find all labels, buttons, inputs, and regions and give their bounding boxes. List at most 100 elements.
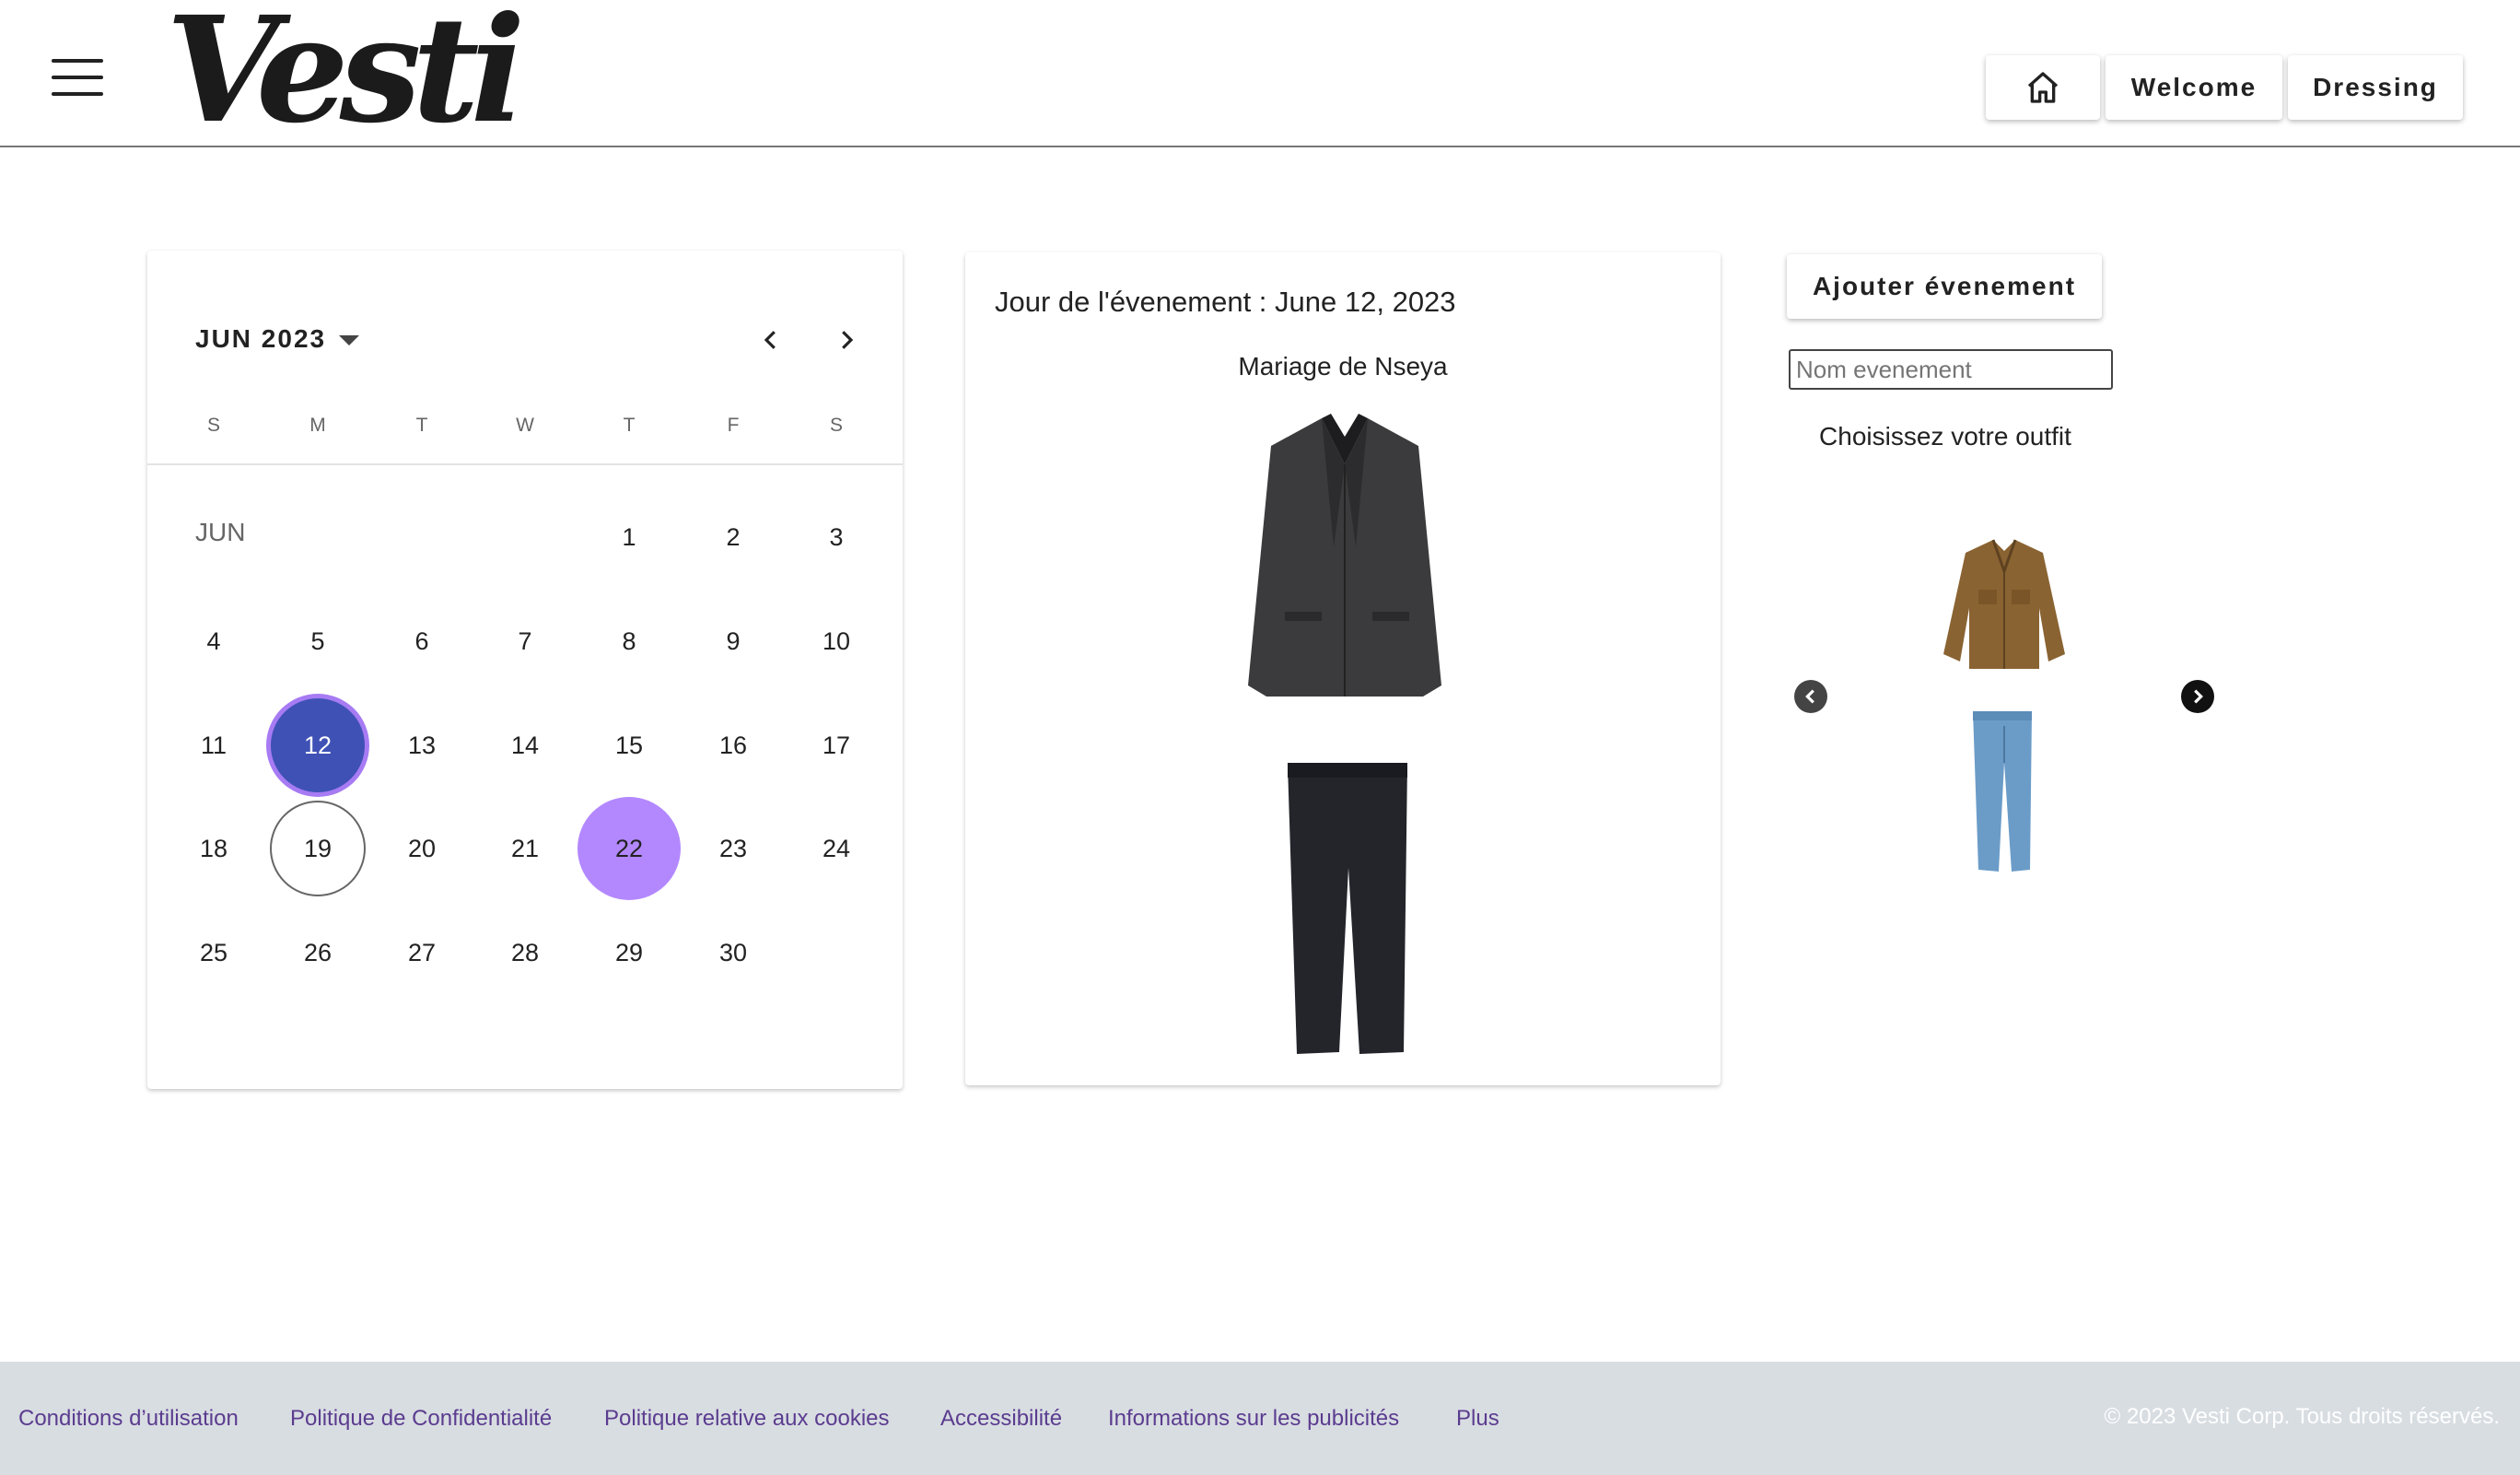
add-event-button[interactable]: Ajouter évenement xyxy=(1787,254,2102,319)
calendar-day-number: 20 xyxy=(407,834,437,862)
calendar-day[interactable]: 15 xyxy=(578,694,681,797)
footer: Conditions d’utilisation Politique de Co… xyxy=(0,1362,2520,1475)
weekday-label: T xyxy=(415,415,428,436)
calendar-day-number: 7 xyxy=(518,626,532,655)
calendar-day-number: 4 xyxy=(206,626,221,655)
weekday-label: S xyxy=(829,415,843,436)
welcome-button[interactable]: Welcome xyxy=(2106,55,2282,120)
calendar-day[interactable]: 5 xyxy=(266,590,369,693)
month-label: JUN xyxy=(195,518,246,546)
event-name: Mariage de Nseya xyxy=(1238,352,1448,380)
calendar-day[interactable]: 21 xyxy=(473,797,577,900)
corduroy-jacket-image[interactable] xyxy=(1938,534,2071,673)
calendar-day[interactable]: 2 xyxy=(682,486,785,589)
footer-link-more[interactable]: Plus xyxy=(1456,1406,1499,1432)
suit-jacket-image xyxy=(1248,414,1441,697)
choose-outfit-label: Choisissez votre outfit xyxy=(1819,422,2071,451)
weekday-label: T xyxy=(623,415,636,436)
calendar-day[interactable]: 20 xyxy=(370,797,473,900)
event-name-input[interactable] xyxy=(1789,349,2113,390)
calendar-day[interactable]: 28 xyxy=(473,901,577,1004)
calendar-day[interactable]: 27 xyxy=(370,901,473,1004)
footer-link-accessibility[interactable]: Accessibilité xyxy=(940,1406,1062,1432)
calendar-day-number: 17 xyxy=(822,731,851,759)
calendar-day[interactable]: 18 xyxy=(162,797,265,900)
footer-link-privacy[interactable]: Politique de Confidentialité xyxy=(290,1406,552,1432)
calendar-day[interactable]: 17 xyxy=(785,694,888,797)
calendar-day-number: 30 xyxy=(718,938,748,966)
calendar-day-number: 2 xyxy=(726,522,741,551)
home-icon xyxy=(2027,72,2059,103)
calendar-day[interactable]: 30 xyxy=(682,901,785,1004)
footer-link-ads-info[interactable]: Informations sur les publicités xyxy=(1108,1406,1399,1432)
chevron-right-icon xyxy=(2194,689,2203,704)
chevron-right-icon xyxy=(842,331,854,349)
calendar-day[interactable]: 1 xyxy=(578,486,681,589)
calendar-day-number: 6 xyxy=(414,626,429,655)
calendar-day-number: 9 xyxy=(726,626,741,655)
calendar-day[interactable]: 29 xyxy=(578,901,681,1004)
vesti-logo[interactable]: Vesti xyxy=(166,0,526,144)
month-year-selector[interactable]: JUN 2023 xyxy=(195,324,360,354)
calendar-day-number: 23 xyxy=(718,834,748,862)
footer-link-terms[interactable]: Conditions d’utilisation xyxy=(18,1406,239,1432)
calendar-day-number: 16 xyxy=(718,731,748,759)
calendar-day[interactable]: 26 xyxy=(266,901,369,1004)
prev-month-button[interactable] xyxy=(748,317,794,363)
calendar-day[interactable]: 19 xyxy=(266,797,369,900)
next-month-button[interactable] xyxy=(823,317,869,363)
calendar-day-number: 27 xyxy=(407,938,437,966)
calendar-day-number: 13 xyxy=(407,731,437,759)
carousel-next-button[interactable] xyxy=(2181,680,2214,713)
calendar-day-number: 18 xyxy=(199,834,228,862)
chevron-left-icon xyxy=(764,331,776,349)
calendar-day[interactable]: 24 xyxy=(785,797,888,900)
calendar-day-number: 24 xyxy=(822,834,851,862)
top-header: Vesti Welcome Dressing xyxy=(0,0,2520,147)
event-date-title: Jour de l'évenement : June 12, 2023 xyxy=(995,286,1456,318)
calendar-day-number: 26 xyxy=(303,938,332,966)
calendar-day[interactable]: 23 xyxy=(682,797,785,900)
calendar-day-number: 10 xyxy=(822,626,851,655)
calendar-day[interactable]: 6 xyxy=(370,590,473,693)
copyright: © 2023 Vesti Corp. Tous droits réservés. xyxy=(2104,1404,2500,1429)
suit-trousers-image xyxy=(1288,763,1407,1054)
calendar-day[interactable]: 25 xyxy=(162,901,265,1004)
calendar-day[interactable]: 22 xyxy=(578,797,681,900)
month-year-label: JUN 2023 xyxy=(195,324,327,353)
calendar-day[interactable]: 11 xyxy=(162,694,265,797)
calendar-day[interactable]: 7 xyxy=(473,590,577,693)
weekday-label: F xyxy=(727,415,740,436)
calendar-day[interactable]: 16 xyxy=(682,694,785,797)
calendar-day-number: 14 xyxy=(510,731,540,759)
calendar-day[interactable]: 3 xyxy=(785,486,888,589)
calendar-day-number: 15 xyxy=(614,731,644,759)
calendar-day-number: 19 xyxy=(270,801,366,896)
home-button[interactable] xyxy=(1986,55,2100,120)
carousel-prev-button[interactable] xyxy=(1794,680,1827,713)
calendar-day-number: 22 xyxy=(578,797,681,900)
calendar-day[interactable]: 13 xyxy=(370,694,473,797)
footer-link-cookies[interactable]: Politique relative aux cookies xyxy=(604,1406,890,1432)
calendar-day[interactable]: 10 xyxy=(785,590,888,693)
chevron-left-icon xyxy=(1805,689,1814,704)
calendar-day[interactable]: 8 xyxy=(578,590,681,693)
calendar-day[interactable]: 14 xyxy=(473,694,577,797)
event-card: Jour de l'évenement : June 12, 2023 Mari… xyxy=(965,252,1721,1085)
calendar-day[interactable]: 12 xyxy=(266,694,369,797)
calendar-card: JUN 2023 S M T W T F S JUN 1 2 3 4 5 6 7 8 9 10 11… xyxy=(147,251,903,1089)
menu-icon[interactable] xyxy=(52,59,103,96)
weekday-label: S xyxy=(206,415,220,436)
calendar-day-number: 3 xyxy=(829,522,844,551)
calendar-day-number: 11 xyxy=(200,731,228,759)
calendar-day-number: 25 xyxy=(199,938,228,966)
calendar-day-number: 28 xyxy=(510,938,540,966)
dressing-button[interactable]: Dressing xyxy=(2288,55,2463,120)
denim-jeans-image[interactable] xyxy=(1967,708,2037,875)
calendar-day[interactable]: 4 xyxy=(162,590,265,693)
calendar-day-number: 8 xyxy=(622,626,636,655)
calendar-day-number: 29 xyxy=(614,938,644,966)
calendar-day-number: 12 xyxy=(271,698,365,792)
calendar-day[interactable]: 9 xyxy=(682,590,785,693)
weekday-label: W xyxy=(516,415,534,436)
